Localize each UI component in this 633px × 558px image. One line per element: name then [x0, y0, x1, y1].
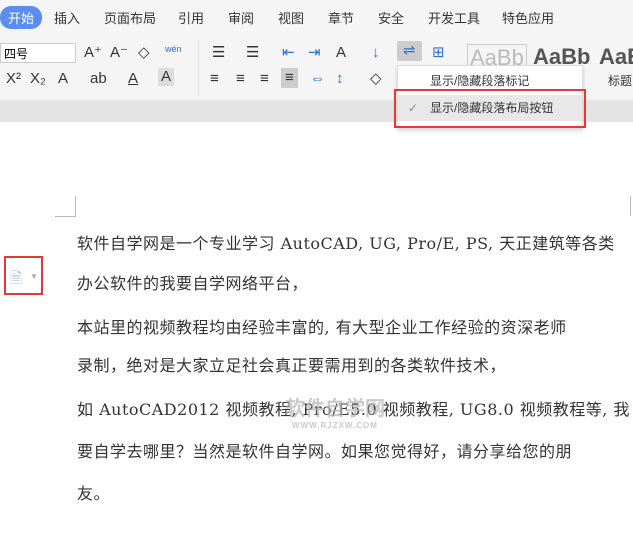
- shading-icon[interactable]: ◇: [370, 70, 382, 88]
- highlight-icon[interactable]: ab: [90, 70, 107, 88]
- tab-special[interactable]: 特色应用: [502, 8, 554, 27]
- watermark-title: 软件自学网: [285, 398, 385, 420]
- document-line[interactable]: 软件自学网是一个专业学习 AutoCAD, UG, Pro/E, PS, 天正建…: [77, 230, 615, 254]
- tab-security[interactable]: 安全: [378, 8, 404, 27]
- increase-indent-icon[interactable]: ⇥: [308, 44, 321, 62]
- distribute-icon[interactable]: ⇔: [310, 70, 325, 88]
- tab-chapter[interactable]: 章节: [328, 8, 354, 27]
- grow-font-icon[interactable]: A⁺: [84, 44, 102, 62]
- font-size-select[interactable]: 四号: [0, 43, 76, 63]
- document-line[interactable]: 友。: [77, 480, 110, 504]
- numbered-list-icon[interactable]: ☰: [246, 44, 259, 62]
- document-line[interactable]: 办公软件的我要自学网络平台，: [77, 270, 308, 294]
- menu-tabs: 开始 插入 页面布局 引用 审阅 视图 章节 安全 开发工具 特色应用: [0, 0, 633, 34]
- align-right-icon[interactable]: ≡: [260, 70, 269, 88]
- document-line[interactable]: 录制，绝对是大家立足社会真正要需用到的各类软件技术，: [77, 352, 506, 376]
- align-left-icon[interactable]: ≡: [210, 70, 219, 88]
- highlight-box: [4, 256, 43, 295]
- pinyin-icon[interactable]: wén: [165, 40, 182, 58]
- tab-start[interactable]: 开始: [0, 6, 43, 29]
- watermark-url: WWW.RJZXW.COM: [292, 421, 378, 430]
- clear-format-icon[interactable]: ◇: [138, 44, 150, 62]
- char-spacing-icon[interactable]: A: [336, 44, 346, 62]
- tab-references[interactable]: 引用: [178, 8, 204, 27]
- bullet-list-icon[interactable]: ☰: [212, 44, 225, 62]
- page-corner-mark: [55, 196, 76, 217]
- superscript-icon[interactable]: X²: [6, 70, 21, 88]
- char-shading-icon[interactable]: A: [158, 68, 175, 86]
- tab-view[interactable]: 视图: [278, 8, 304, 27]
- subscript-icon[interactable]: X₂: [30, 70, 46, 88]
- highlight-box: [394, 89, 586, 128]
- document-line[interactable]: 要自学去哪里？当然是软件自学网。如果您觉得好，请分享给您的朋: [77, 438, 572, 462]
- document-line[interactable]: 本站里的视频教程均由经验丰富的, 有大型企业工作经验的资深老师: [77, 314, 567, 338]
- tab-review[interactable]: 审阅: [228, 8, 254, 27]
- table-border-icon[interactable]: ⊞: [432, 44, 445, 62]
- align-center-icon[interactable]: ≡: [236, 70, 245, 88]
- shrink-font-icon[interactable]: A⁻: [110, 44, 128, 62]
- text-effect-icon[interactable]: A: [58, 70, 68, 88]
- style-preview[interactable]: AaE: [599, 44, 633, 70]
- tab-page-layout[interactable]: 页面布局: [104, 8, 156, 27]
- watermark: 软件自学网 WWW.RJZXW.COM: [285, 392, 385, 430]
- style-label: 标题: [608, 74, 633, 88]
- divider: [198, 40, 199, 96]
- justify-icon[interactable]: ≡: [281, 68, 298, 88]
- tab-developer[interactable]: 开发工具: [428, 8, 480, 27]
- line-spacing-icon[interactable]: ↕: [336, 70, 344, 88]
- sort-icon[interactable]: ↓: [372, 44, 380, 62]
- font-color-icon[interactable]: A: [128, 70, 138, 88]
- tab-insert[interactable]: 插入: [54, 8, 80, 27]
- paragraph-mark-toggle-icon[interactable]: ⇌: [397, 41, 422, 61]
- decrease-indent-icon[interactable]: ⇤: [282, 44, 295, 62]
